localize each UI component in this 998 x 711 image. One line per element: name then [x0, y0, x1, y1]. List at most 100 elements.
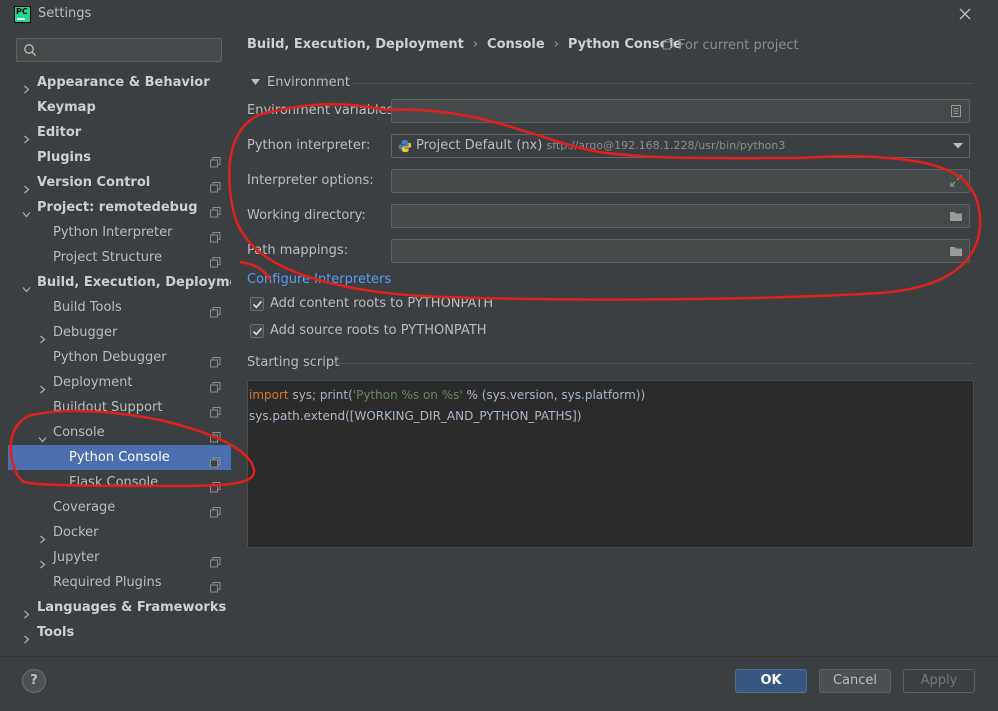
sidebar-item[interactable]: Editor: [8, 120, 231, 145]
pycharm-logo-icon: PC: [14, 6, 31, 23]
chevron-right-icon[interactable]: [22, 628, 31, 644]
source-roots-checkbox[interactable]: [250, 324, 264, 338]
chevron-right-icon[interactable]: [38, 328, 47, 344]
window-title: Settings: [38, 6, 92, 21]
section-divider: [335, 363, 974, 364]
project-scope-icon: [210, 477, 221, 493]
sidebar-item-label: Tools: [37, 625, 75, 640]
sidebar-item[interactable]: Build Tools: [8, 295, 231, 320]
chevron-right-icon[interactable]: [38, 528, 47, 544]
sidebar-item[interactable]: Docker: [8, 520, 231, 545]
interp-options-field[interactable]: [391, 169, 970, 193]
chevron-right-icon[interactable]: [38, 553, 47, 569]
sidebar-item[interactable]: Python Debugger: [8, 345, 231, 370]
settings-tree: Appearance & Behavior Keymap Editor Plugins…: [8, 70, 254, 645]
checkmark-icon: [252, 300, 263, 309]
chevron-down-icon[interactable]: [953, 143, 963, 149]
chevron-down-icon[interactable]: [22, 278, 31, 293]
interpreter-path: sftp://argo@192.168.1.228/usr/bin/python…: [546, 139, 786, 152]
chevron-right-icon[interactable]: [22, 178, 31, 194]
breadcrumb-item[interactable]: Console: [487, 37, 545, 52]
content-roots-label: Add content roots to PYTHONPATH: [270, 296, 494, 311]
working-dir-field[interactable]: [391, 204, 970, 228]
env-vars-row: Environment variables:: [247, 99, 974, 123]
sidebar-item[interactable]: Appearance & Behavior: [8, 70, 231, 95]
sidebar-item-label: Python Console: [69, 450, 170, 465]
project-scope-icon: [210, 427, 221, 443]
configure-interpreters-link[interactable]: Configure Interpreters: [247, 272, 391, 287]
chevron-right-icon[interactable]: [22, 128, 31, 144]
chevron-right-icon[interactable]: [22, 78, 31, 94]
sidebar-item[interactable]: Languages & Frameworks: [8, 595, 231, 620]
folder-icon[interactable]: [949, 209, 963, 223]
sidebar-item-label: Appearance & Behavior: [37, 75, 210, 90]
sidebar-item-label: Required Plugins: [53, 575, 162, 590]
project-scope-icon: [210, 202, 221, 218]
interpreter-row: Python interpreter: Project Default (nx)…: [247, 134, 974, 158]
collapse-triangle-icon[interactable]: [251, 79, 260, 86]
project-scope-icon: [210, 402, 221, 418]
interpreter-value: Project Default (nx) sftp://argo@192.168…: [416, 138, 786, 153]
sidebar-item[interactable]: Debugger: [8, 320, 231, 345]
sidebar-item[interactable]: Project: remotedebug: [8, 195, 231, 220]
starting-script-editor[interactable]: import sys; print('Python %s on %s' % (s…: [247, 380, 974, 548]
interp-options-label: Interpreter options:: [247, 173, 374, 188]
sidebar-item[interactable]: Python Console: [8, 445, 231, 470]
sidebar-item[interactable]: Project Structure: [8, 245, 231, 270]
sidebar-item[interactable]: Python Interpreter: [8, 220, 231, 245]
sidebar-item-label: Project: remotedebug: [37, 200, 198, 215]
env-vars-label: Environment variables:: [247, 103, 398, 118]
sidebar-item[interactable]: Flask Console: [8, 470, 231, 495]
sidebar-item-label: Plugins: [37, 150, 91, 165]
sidebar-item[interactable]: Tools: [8, 620, 231, 645]
project-scope-icon: [210, 377, 221, 393]
sidebar-item-label: Build, Execution, Deployment: [37, 275, 254, 290]
sidebar-item[interactable]: Required Plugins: [8, 570, 231, 595]
sidebar-item[interactable]: Jupyter: [8, 545, 231, 570]
sidebar-item-label: Build Tools: [53, 300, 122, 315]
sidebar-item-label: Jupyter: [53, 550, 100, 565]
sidebar-item-label: Editor: [37, 125, 82, 140]
folder-icon[interactable]: [949, 244, 963, 258]
expand-icon[interactable]: [949, 174, 963, 188]
chevron-right-icon[interactable]: [22, 603, 31, 619]
checkmark-icon: [252, 327, 263, 336]
chevron-down-icon[interactable]: [22, 203, 31, 218]
chevron-right-icon[interactable]: [38, 378, 47, 394]
ok-button[interactable]: OK: [735, 669, 807, 693]
project-scope-icon: [210, 302, 221, 318]
search-input[interactable]: [16, 38, 222, 62]
sidebar-item[interactable]: Coverage: [8, 495, 231, 520]
sidebar-item[interactable]: Keymap: [8, 95, 231, 120]
interpreter-select[interactable]: Project Default (nx) sftp://argo@192.168…: [391, 134, 970, 158]
breadcrumb-item[interactable]: Build, Execution, Deployment: [247, 37, 464, 52]
sidebar-item-label: Version Control: [37, 175, 151, 190]
cancel-button[interactable]: Cancel: [819, 669, 891, 693]
content-roots-checkbox[interactable]: [250, 297, 264, 311]
env-vars-field[interactable]: [391, 99, 970, 123]
sidebar-item[interactable]: Deployment: [8, 370, 231, 395]
path-mappings-row: Path mappings:: [247, 239, 974, 263]
project-scope-icon: [210, 177, 221, 193]
title-bar: PC Settings: [0, 0, 998, 30]
sidebar-item[interactable]: Plugins: [8, 145, 231, 170]
chevron-down-icon[interactable]: [38, 428, 47, 443]
apply-button[interactable]: Apply: [903, 669, 975, 693]
project-scope-icon: [210, 252, 221, 268]
dialog-button-bar: ? OK Cancel Apply: [0, 656, 998, 711]
edit-list-icon[interactable]: [949, 104, 963, 118]
environment-title: Environment: [267, 75, 351, 90]
close-button[interactable]: [956, 5, 974, 23]
help-button[interactable]: ?: [22, 669, 46, 693]
sidebar-item[interactable]: Version Control: [8, 170, 231, 195]
search-icon: [24, 44, 36, 56]
path-mappings-field[interactable]: [391, 239, 970, 263]
project-scope-icon: [663, 39, 674, 50]
sidebar-item[interactable]: Build, Execution, Deployment: [8, 270, 254, 295]
sidebar-item[interactable]: Console: [8, 420, 231, 445]
breadcrumb: Build, Execution, Deployment › Console › Pyt…: [247, 37, 682, 52]
sidebar-item[interactable]: Buildout Support: [8, 395, 231, 420]
script-line: import sys; print('Python %s on %s' % (s…: [249, 388, 646, 402]
working-dir-label: Working directory:: [247, 208, 366, 223]
breadcrumb-separator: ›: [553, 37, 559, 52]
